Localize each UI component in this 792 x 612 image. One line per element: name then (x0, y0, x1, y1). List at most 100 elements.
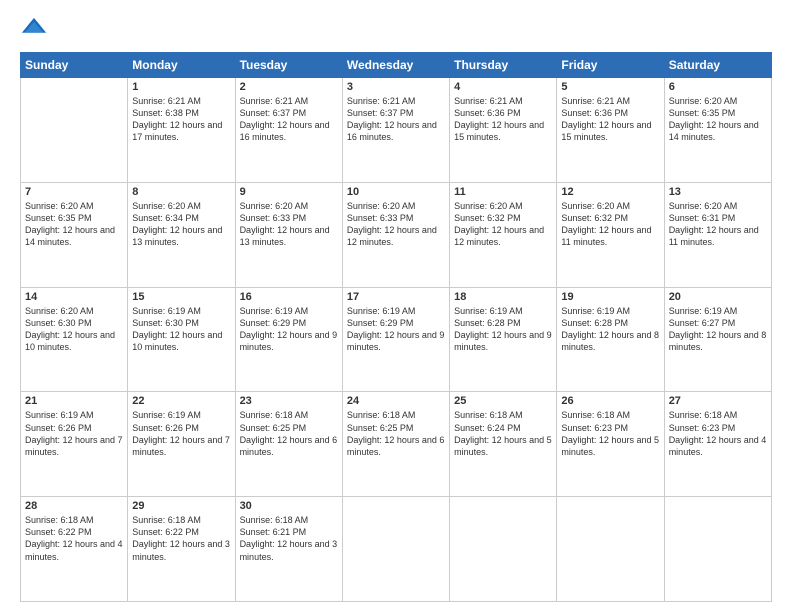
table-row: 9Sunrise: 6:20 AM Sunset: 6:33 PM Daylig… (235, 182, 342, 287)
day-info: Sunrise: 6:18 AM Sunset: 6:21 PM Dayligh… (240, 514, 338, 563)
day-info: Sunrise: 6:21 AM Sunset: 6:38 PM Dayligh… (132, 95, 230, 144)
day-info: Sunrise: 6:18 AM Sunset: 6:23 PM Dayligh… (561, 409, 659, 458)
table-row: 3 Sunrise: 6:21 AM Sunset: 6:37 PM Daylig… (342, 78, 449, 183)
day-info: Sunrise: 6:21 AM Sunset: 6:36 PM Dayligh… (561, 95, 659, 144)
day-info: Sunrise: 6:20 AM Sunset: 6:33 PM Dayligh… (347, 200, 445, 249)
table-row (450, 497, 557, 602)
day-info: Sunrise: 6:18 AM Sunset: 6:24 PM Dayligh… (454, 409, 552, 458)
table-row: 20Sunrise: 6:19 AM Sunset: 6:27 PM Dayli… (664, 287, 771, 392)
table-row: 10 Sunrise: 6:20 AM Sunset: 6:33 PM Dayli… (342, 182, 449, 287)
table-row: 28Sunrise: 6:18 AM Sunset: 6:22 PM Dayli… (21, 497, 128, 602)
logo (20, 16, 52, 44)
table-row: 26 Sunrise: 6:18 AM Sunset: 6:23 PM Dayli… (557, 392, 664, 497)
day-number: 4 (454, 81, 552, 93)
day-number: 25 (454, 395, 552, 407)
table-row (557, 497, 664, 602)
table-row (664, 497, 771, 602)
col-sunday: Sunday (21, 53, 128, 78)
table-row: 1 Sunrise: 6:21 AM Sunset: 6:38 PM Daylig… (128, 78, 235, 183)
day-number: 27 (669, 395, 767, 407)
table-row: 27 Sunrise: 6:18 AM Sunset: 6:23 PM Dayli… (664, 392, 771, 497)
day-number: 17 (347, 291, 445, 303)
logo-icon (20, 16, 48, 44)
table-row: 2 Sunrise: 6:21 AM Sunset: 6:37 PM Daylig… (235, 78, 342, 183)
day-number: 22 (132, 395, 230, 407)
table-row: 22 Sunrise: 6:19 AM Sunset: 6:26 PM Dayli… (128, 392, 235, 497)
day-number: 13 (669, 186, 767, 198)
day-info: Sunrise: 6:20 AM Sunset: 6:34 PM Dayligh… (132, 200, 230, 249)
day-number: 29 (132, 500, 230, 512)
calendar-week-row: 28Sunrise: 6:18 AM Sunset: 6:22 PM Dayli… (21, 497, 772, 602)
day-number: 2 (240, 81, 338, 93)
day-number: 12 (561, 186, 659, 198)
table-row: 11 Sunrise: 6:20 AM Sunset: 6:32 PM Dayli… (450, 182, 557, 287)
table-row: 24Sunrise: 6:18 AM Sunset: 6:25 PM Dayli… (342, 392, 449, 497)
day-number: 1 (132, 81, 230, 93)
day-info: Sunrise: 6:19 AM Sunset: 6:26 PM Dayligh… (25, 409, 123, 458)
day-info: Sunrise: 6:18 AM Sunset: 6:22 PM Dayligh… (132, 514, 230, 563)
day-info: Sunrise: 6:20 AM Sunset: 6:35 PM Dayligh… (25, 200, 123, 249)
table-row (342, 497, 449, 602)
col-thursday: Thursday (450, 53, 557, 78)
day-number: 21 (25, 395, 123, 407)
calendar-week-row: 21 Sunrise: 6:19 AM Sunset: 6:26 PM Dayli… (21, 392, 772, 497)
calendar-table: Sunday Monday Tuesday Wednesday Thursday… (20, 52, 772, 602)
table-row (21, 78, 128, 183)
page: Sunday Monday Tuesday Wednesday Thursday… (0, 0, 792, 612)
header (20, 16, 772, 44)
day-number: 7 (25, 186, 123, 198)
table-row: 29 Sunrise: 6:18 AM Sunset: 6:22 PM Dayli… (128, 497, 235, 602)
day-info: Sunrise: 6:20 AM Sunset: 6:32 PM Dayligh… (561, 200, 659, 249)
day-info: Sunrise: 6:21 AM Sunset: 6:36 PM Dayligh… (454, 95, 552, 144)
day-info: Sunrise: 6:19 AM Sunset: 6:26 PM Dayligh… (132, 409, 230, 458)
day-number: 14 (25, 291, 123, 303)
col-wednesday: Wednesday (342, 53, 449, 78)
day-info: Sunrise: 6:19 AM Sunset: 6:30 PM Dayligh… (132, 305, 230, 354)
day-number: 10 (347, 186, 445, 198)
day-info: Sunrise: 6:20 AM Sunset: 6:31 PM Dayligh… (669, 200, 767, 249)
day-info: Sunrise: 6:21 AM Sunset: 6:37 PM Dayligh… (347, 95, 445, 144)
table-row: 4 Sunrise: 6:21 AM Sunset: 6:36 PM Daylig… (450, 78, 557, 183)
day-info: Sunrise: 6:20 AM Sunset: 6:30 PM Dayligh… (25, 305, 123, 354)
day-number: 16 (240, 291, 338, 303)
calendar-week-row: 1 Sunrise: 6:21 AM Sunset: 6:38 PM Daylig… (21, 78, 772, 183)
calendar-week-row: 7 Sunrise: 6:20 AM Sunset: 6:35 PM Daylig… (21, 182, 772, 287)
table-row: 25 Sunrise: 6:18 AM Sunset: 6:24 PM Dayli… (450, 392, 557, 497)
day-number: 19 (561, 291, 659, 303)
table-row: 21 Sunrise: 6:19 AM Sunset: 6:26 PM Dayli… (21, 392, 128, 497)
day-number: 6 (669, 81, 767, 93)
col-tuesday: Tuesday (235, 53, 342, 78)
table-row: 18 Sunrise: 6:19 AM Sunset: 6:28 PM Dayli… (450, 287, 557, 392)
day-info: Sunrise: 6:21 AM Sunset: 6:37 PM Dayligh… (240, 95, 338, 144)
col-monday: Monday (128, 53, 235, 78)
day-info: Sunrise: 6:18 AM Sunset: 6:25 PM Dayligh… (240, 409, 338, 458)
table-row: 7 Sunrise: 6:20 AM Sunset: 6:35 PM Daylig… (21, 182, 128, 287)
table-row: 12 Sunrise: 6:20 AM Sunset: 6:32 PM Dayli… (557, 182, 664, 287)
table-row: 14 Sunrise: 6:20 AM Sunset: 6:30 PM Dayli… (21, 287, 128, 392)
table-row: 8 Sunrise: 6:20 AM Sunset: 6:34 PM Daylig… (128, 182, 235, 287)
table-row: 15Sunrise: 6:19 AM Sunset: 6:30 PM Dayli… (128, 287, 235, 392)
day-number: 23 (240, 395, 338, 407)
day-info: Sunrise: 6:19 AM Sunset: 6:29 PM Dayligh… (347, 305, 445, 354)
day-info: Sunrise: 6:20 AM Sunset: 6:33 PM Dayligh… (240, 200, 338, 249)
day-number: 26 (561, 395, 659, 407)
day-number: 8 (132, 186, 230, 198)
day-info: Sunrise: 6:19 AM Sunset: 6:28 PM Dayligh… (454, 305, 552, 354)
table-row: 13 Sunrise: 6:20 AM Sunset: 6:31 PM Dayli… (664, 182, 771, 287)
day-info: Sunrise: 6:18 AM Sunset: 6:23 PM Dayligh… (669, 409, 767, 458)
table-row: 6 Sunrise: 6:20 AM Sunset: 6:35 PM Daylig… (664, 78, 771, 183)
col-saturday: Saturday (664, 53, 771, 78)
table-row: 19Sunrise: 6:19 AM Sunset: 6:28 PM Dayli… (557, 287, 664, 392)
col-friday: Friday (557, 53, 664, 78)
day-info: Sunrise: 6:20 AM Sunset: 6:32 PM Dayligh… (454, 200, 552, 249)
day-number: 18 (454, 291, 552, 303)
day-number: 11 (454, 186, 552, 198)
day-info: Sunrise: 6:18 AM Sunset: 6:25 PM Dayligh… (347, 409, 445, 458)
day-number: 20 (669, 291, 767, 303)
table-row: 30 Sunrise: 6:18 AM Sunset: 6:21 PM Dayli… (235, 497, 342, 602)
day-number: 3 (347, 81, 445, 93)
day-info: Sunrise: 6:20 AM Sunset: 6:35 PM Dayligh… (669, 95, 767, 144)
day-info: Sunrise: 6:19 AM Sunset: 6:29 PM Dayligh… (240, 305, 338, 354)
calendar-week-row: 14 Sunrise: 6:20 AM Sunset: 6:30 PM Dayli… (21, 287, 772, 392)
day-number: 30 (240, 500, 338, 512)
